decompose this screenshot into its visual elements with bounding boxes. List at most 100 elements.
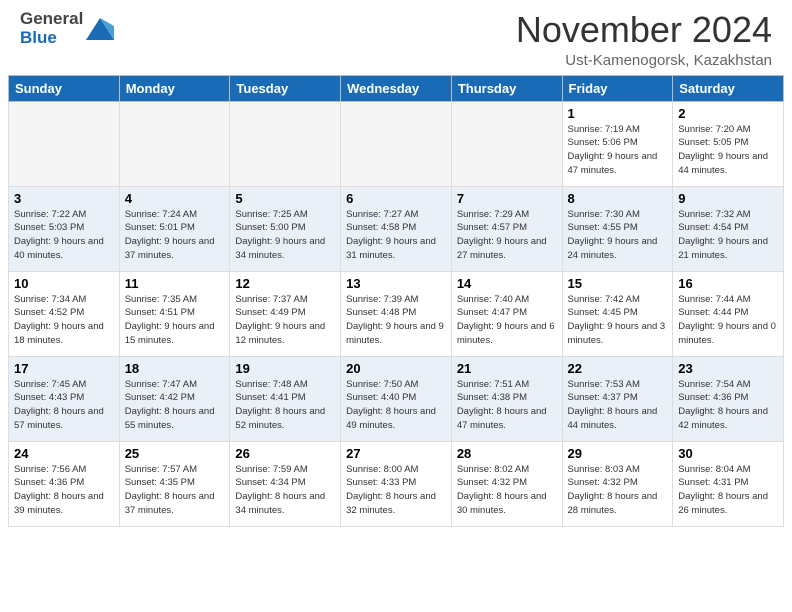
table-row — [451, 101, 562, 186]
day-number: 15 — [568, 276, 668, 291]
day-number: 20 — [346, 361, 446, 376]
table-row: 14Sunrise: 7:40 AM Sunset: 4:47 PM Dayli… — [451, 271, 562, 356]
day-number: 8 — [568, 191, 668, 206]
day-number: 4 — [125, 191, 225, 206]
table-row: 6 Sunrise: 7:27 AM Sunset: 4:58 PM Daylig… — [341, 186, 452, 271]
calendar-table: Sunday Monday Tuesday Wednesday Thursday… — [8, 75, 784, 527]
day-info: Sunrise: 7:51 AM Sunset: 4:38 PM Dayligh… — [457, 378, 557, 433]
table-row — [119, 101, 230, 186]
header: General Blue November 2024 Ust-Kamenogor… — [0, 0, 792, 75]
table-row: 10Sunrise: 7:34 AM Sunset: 4:52 PM Dayli… — [9, 271, 120, 356]
title-section: November 2024 Ust-Kamenogorsk, Kazakhsta… — [516, 10, 772, 69]
day-number: 18 — [125, 361, 225, 376]
table-row: 17Sunrise: 7:45 AM Sunset: 4:43 PM Dayli… — [9, 356, 120, 441]
header-thursday: Thursday — [451, 75, 562, 101]
logo-general-text: General Blue — [20, 10, 83, 47]
day-number: 2 — [678, 106, 778, 121]
header-sunday: Sunday — [9, 75, 120, 101]
day-info: Sunrise: 7:44 AM Sunset: 4:44 PM Dayligh… — [678, 293, 778, 348]
day-number: 1 — [568, 106, 668, 121]
day-info: Sunrise: 7:59 AM Sunset: 4:34 PM Dayligh… — [235, 463, 335, 518]
table-row — [9, 101, 120, 186]
table-row: 15 Sunrise: 7:42 AM Sunset: 4:45 PM Dayli… — [562, 271, 673, 356]
table-row: 9Sunrise: 7:32 AM Sunset: 4:54 PM Daylig… — [673, 186, 784, 271]
logo: General Blue — [20, 10, 114, 47]
header-wednesday: Wednesday — [341, 75, 452, 101]
day-info: Sunrise: 7:27 AM Sunset: 4:58 PM Dayligh… — [346, 208, 446, 263]
day-info: Sunrise: 7:30 AM Sunset: 4:55 PM Dayligh… — [568, 208, 668, 263]
day-number: 22 — [568, 361, 668, 376]
table-row: 21 Sunrise: 7:51 AM Sunset: 4:38 PM Dayli… — [451, 356, 562, 441]
day-number: 3 — [14, 191, 114, 206]
table-row: 20 Sunrise: 7:50 AM Sunset: 4:40 PM Dayli… — [341, 356, 452, 441]
header-saturday: Saturday — [673, 75, 784, 101]
day-info: Sunrise: 8:03 AM Sunset: 4:32 PM Dayligh… — [568, 463, 668, 518]
day-number: 27 — [346, 446, 446, 461]
logo-icon — [86, 18, 114, 40]
table-row: 30 Sunrise: 8:04 AM Sunset: 4:31 PM Dayli… — [673, 441, 784, 526]
day-info: Sunrise: 7:48 AM Sunset: 4:41 PM Dayligh… — [235, 378, 335, 433]
month-title: November 2024 — [516, 10, 772, 50]
day-number: 13 — [346, 276, 446, 291]
day-info: Sunrise: 7:24 AM Sunset: 5:01 PM Dayligh… — [125, 208, 225, 263]
table-row: 29 Sunrise: 8:03 AM Sunset: 4:32 PM Dayli… — [562, 441, 673, 526]
table-row: 8 Sunrise: 7:30 AM Sunset: 4:55 PM Daylig… — [562, 186, 673, 271]
table-row: 24 Sunrise: 7:56 AM Sunset: 4:36 PM Dayli… — [9, 441, 120, 526]
header-row: Sunday Monday Tuesday Wednesday Thursday… — [9, 75, 784, 101]
day-info: Sunrise: 7:57 AM Sunset: 4:35 PM Dayligh… — [125, 463, 225, 518]
day-info: Sunrise: 7:42 AM Sunset: 4:45 PM Dayligh… — [568, 293, 668, 348]
day-number: 9 — [678, 191, 778, 206]
day-info: Sunrise: 8:00 AM Sunset: 4:33 PM Dayligh… — [346, 463, 446, 518]
calendar-row: 10Sunrise: 7:34 AM Sunset: 4:52 PM Dayli… — [9, 271, 784, 356]
table-row: 26Sunrise: 7:59 AM Sunset: 4:34 PM Dayli… — [230, 441, 341, 526]
table-row: 19 Sunrise: 7:48 AM Sunset: 4:41 PM Dayli… — [230, 356, 341, 441]
table-row: 1 Sunrise: 7:19 AM Sunset: 5:06 PM Daylig… — [562, 101, 673, 186]
calendar-body: 1 Sunrise: 7:19 AM Sunset: 5:06 PM Daylig… — [9, 101, 784, 526]
day-number: 11 — [125, 276, 225, 291]
header-monday: Monday — [119, 75, 230, 101]
day-number: 30 — [678, 446, 778, 461]
calendar-row: 17Sunrise: 7:45 AM Sunset: 4:43 PM Dayli… — [9, 356, 784, 441]
day-number: 28 — [457, 446, 557, 461]
table-row: 16 Sunrise: 7:44 AM Sunset: 4:44 PM Dayli… — [673, 271, 784, 356]
day-info: Sunrise: 7:50 AM Sunset: 4:40 PM Dayligh… — [346, 378, 446, 433]
table-row: 3 Sunrise: 7:22 AM Sunset: 5:03 PM Daylig… — [9, 186, 120, 271]
table-row: 25Sunrise: 7:57 AM Sunset: 4:35 PM Dayli… — [119, 441, 230, 526]
day-number: 12 — [235, 276, 335, 291]
day-number: 14 — [457, 276, 557, 291]
table-row: 23Sunrise: 7:54 AM Sunset: 4:36 PM Dayli… — [673, 356, 784, 441]
day-info: Sunrise: 7:19 AM Sunset: 5:06 PM Dayligh… — [568, 123, 668, 178]
day-info: Sunrise: 7:56 AM Sunset: 4:36 PM Dayligh… — [14, 463, 114, 518]
table-row: 13 Sunrise: 7:39 AM Sunset: 4:48 PM Dayli… — [341, 271, 452, 356]
calendar-row: 24 Sunrise: 7:56 AM Sunset: 4:36 PM Dayli… — [9, 441, 784, 526]
location: Ust-Kamenogorsk, Kazakhstan — [516, 52, 772, 69]
day-number: 21 — [457, 361, 557, 376]
day-number: 16 — [678, 276, 778, 291]
day-number: 24 — [14, 446, 114, 461]
day-info: Sunrise: 7:22 AM Sunset: 5:03 PM Dayligh… — [14, 208, 114, 263]
day-info: Sunrise: 7:29 AM Sunset: 4:57 PM Dayligh… — [457, 208, 557, 263]
day-number: 17 — [14, 361, 114, 376]
day-info: Sunrise: 8:04 AM Sunset: 4:31 PM Dayligh… — [678, 463, 778, 518]
day-number: 19 — [235, 361, 335, 376]
table-row — [341, 101, 452, 186]
header-friday: Friday — [562, 75, 673, 101]
day-number: 10 — [14, 276, 114, 291]
day-number: 7 — [457, 191, 557, 206]
day-number: 29 — [568, 446, 668, 461]
table-row: 18 Sunrise: 7:47 AM Sunset: 4:42 PM Dayli… — [119, 356, 230, 441]
day-info: Sunrise: 7:20 AM Sunset: 5:05 PM Dayligh… — [678, 123, 778, 178]
table-row: 12Sunrise: 7:37 AM Sunset: 4:49 PM Dayli… — [230, 271, 341, 356]
calendar-wrapper: Sunday Monday Tuesday Wednesday Thursday… — [0, 75, 792, 535]
table-row: 27 Sunrise: 8:00 AM Sunset: 4:33 PM Dayli… — [341, 441, 452, 526]
day-info: Sunrise: 7:39 AM Sunset: 4:48 PM Dayligh… — [346, 293, 446, 348]
table-row: 11 Sunrise: 7:35 AM Sunset: 4:51 PM Dayli… — [119, 271, 230, 356]
day-info: Sunrise: 7:25 AM Sunset: 5:00 PM Dayligh… — [235, 208, 335, 263]
day-number: 6 — [346, 191, 446, 206]
calendar-header: Sunday Monday Tuesday Wednesday Thursday… — [9, 75, 784, 101]
day-number: 23 — [678, 361, 778, 376]
header-tuesday: Tuesday — [230, 75, 341, 101]
day-info: Sunrise: 7:47 AM Sunset: 4:42 PM Dayligh… — [125, 378, 225, 433]
table-row: 5Sunrise: 7:25 AM Sunset: 5:00 PM Daylig… — [230, 186, 341, 271]
day-info: Sunrise: 7:35 AM Sunset: 4:51 PM Dayligh… — [125, 293, 225, 348]
